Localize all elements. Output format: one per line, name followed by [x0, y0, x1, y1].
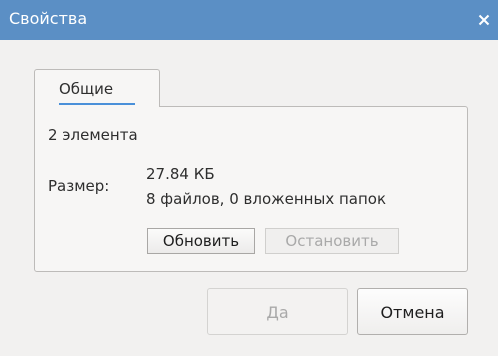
ok-button[interactable]: Да [207, 288, 348, 335]
size-value: 27.84 КБ [146, 165, 215, 183]
refresh-button[interactable]: Обновить [147, 228, 255, 254]
window-title: Свойства [9, 9, 88, 28]
close-icon [478, 14, 490, 26]
title-bar[interactable]: Свойства [0, 0, 498, 40]
item-count: 2 элемента [48, 126, 138, 144]
tab-general[interactable]: Общие [34, 69, 160, 107]
tab-active-indicator [59, 103, 135, 105]
tab-general-label: Общие [59, 80, 114, 98]
cancel-button[interactable]: Отмена [357, 288, 468, 335]
stop-button[interactable]: Остановить [265, 228, 399, 254]
close-button[interactable] [470, 0, 498, 40]
properties-dialog: Свойства Общие 2 элемента Размер: 27.84 … [0, 0, 498, 356]
size-details: 8 файлов, 0 вложенных папок [146, 190, 387, 208]
general-tab-panel: 2 элемента Размер: 27.84 КБ 8 файлов, 0 … [34, 106, 468, 272]
size-label: Размер: [48, 177, 110, 195]
